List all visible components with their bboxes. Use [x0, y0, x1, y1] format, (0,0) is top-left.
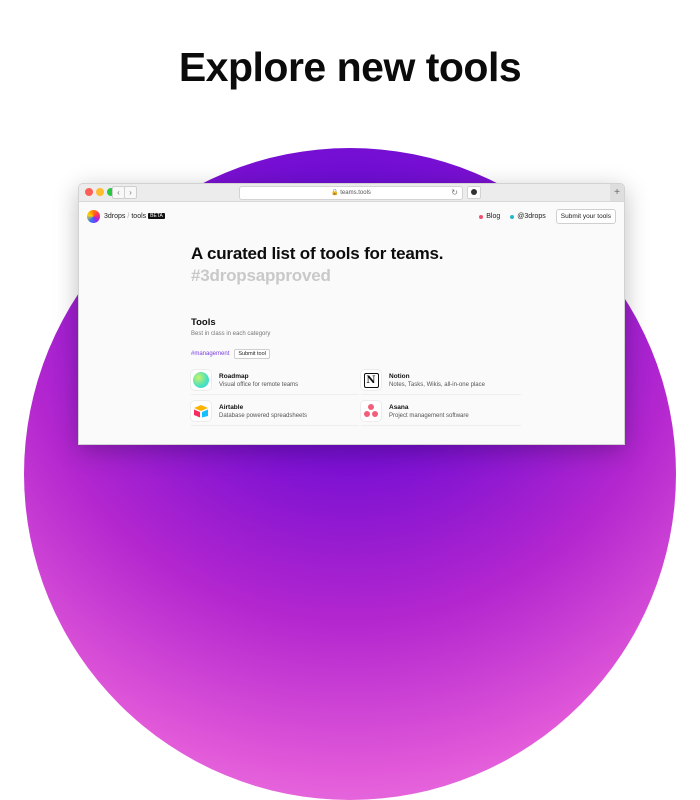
section-link[interactable]: tools [131, 213, 146, 220]
page-headline: Explore new tools [178, 44, 522, 90]
hero: A curated list of tools for teams. #3dro… [191, 244, 444, 286]
tool-card-airtable[interactable]: Airtable Database powered spreadsheets [191, 397, 359, 426]
submit-your-tools-button[interactable]: Submit your tools [555, 209, 616, 224]
airtable-icon [191, 401, 211, 421]
category-row: #management Submit tool [191, 349, 521, 359]
site-nav: Blog @3drops Submit your tools [479, 209, 616, 224]
notion-icon: N [361, 370, 381, 390]
address-url: teams.tools [340, 190, 371, 196]
lock-icon: 🔒 [331, 190, 339, 196]
site-header: 3drops / tools BETA Blog @3drops Submit you… [79, 202, 624, 232]
hero-title: A curated list of tools for teams. [191, 244, 444, 263]
tool-description: Visual office for remote teams [219, 381, 299, 388]
handle-link-label: @3drops [517, 213, 546, 220]
tool-card-asana[interactable]: Asana Project management software [361, 397, 521, 426]
blog-dot-icon [479, 214, 484, 219]
tools-section: Tools Best in class in each category #ma… [191, 317, 521, 428]
section-subtitle: Best in class in each category [191, 331, 271, 337]
chevron-right-icon[interactable]: › [124, 186, 137, 199]
tool-name: Airtable [219, 403, 244, 411]
blog-link[interactable]: Blog [479, 213, 500, 220]
breadcrumb-separator: / [127, 213, 130, 220]
new-tab-button[interactable]: + [610, 184, 624, 201]
tool-card-notion[interactable]: N Notion Notes, Tasks, Wikis, all-in-one… [361, 366, 521, 395]
3drops-logo-icon[interactable] [87, 210, 100, 223]
reload-icon[interactable]: ↻ [451, 187, 458, 199]
tool-card-roadmap[interactable]: Roadmap Visual office for remote teams [191, 366, 359, 395]
tools-grid: Roadmap Visual office for remote teams N… [191, 366, 521, 428]
section-title: Tools [191, 317, 216, 328]
tool-description: Project management software [389, 412, 469, 419]
minimize-window-button[interactable] [96, 188, 104, 196]
submit-tool-button[interactable]: Submit tool [234, 349, 270, 359]
close-window-button[interactable] [85, 188, 93, 196]
tool-name: Notion [389, 372, 410, 380]
beta-badge: BETA [148, 213, 165, 219]
tool-name: Roadmap [219, 372, 249, 380]
blog-link-label: Blog [486, 213, 501, 220]
tool-name: Asana [389, 403, 409, 411]
site-breadcrumb: 3drops / tools BETA [104, 213, 165, 220]
extension-icon[interactable] [467, 186, 481, 199]
handle-link[interactable]: @3drops [510, 213, 546, 220]
tool-description: Database powered spreadsheets [219, 412, 308, 419]
tool-description: Notes, Tasks, Wikis, all-in-one place [389, 381, 485, 388]
brand-link[interactable]: 3drops [104, 213, 125, 220]
address-bar[interactable]: 🔒 teams.tools ↻ [239, 186, 463, 200]
handle-dot-icon [510, 214, 515, 219]
hero-subtitle: #3dropsapproved [191, 266, 331, 285]
browser-window: ‹ › 🔒 teams.tools ↻ + 3drops / tools BETA B… [78, 183, 625, 445]
asana-icon [361, 401, 381, 421]
roadmap-icon [191, 370, 211, 390]
browser-toolbar: ‹ › 🔒 teams.tools ↻ + [79, 184, 624, 202]
category-tag[interactable]: #management [191, 351, 229, 357]
